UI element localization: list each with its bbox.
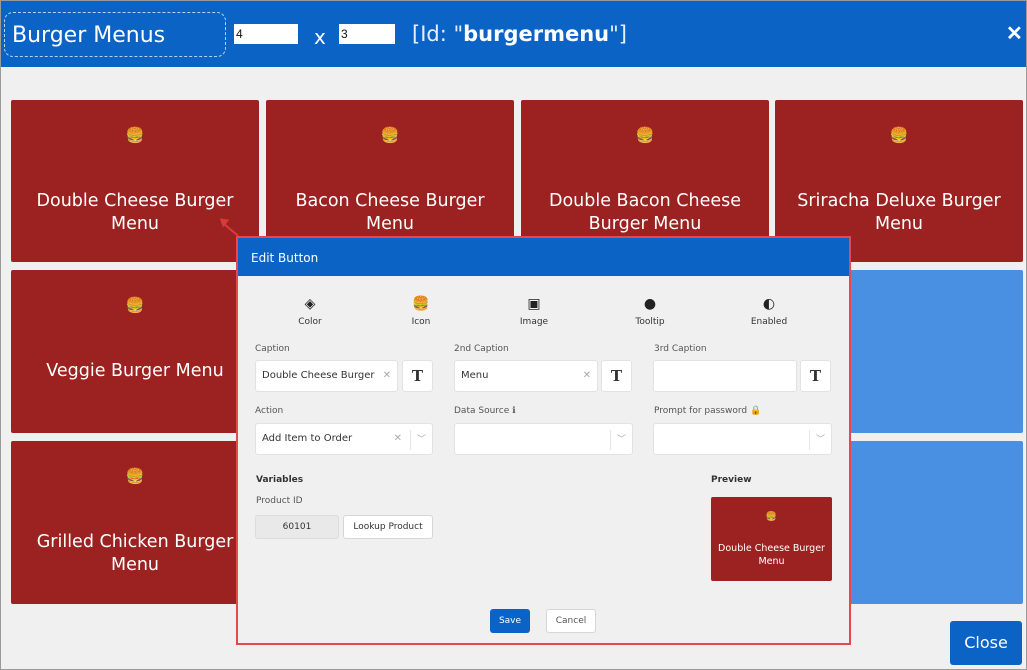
caption-format-button[interactable]: T <box>402 360 433 392</box>
image-icon: ▣ <box>527 296 541 312</box>
tool-tooltip[interactable]: ● Tooltip <box>610 294 690 327</box>
product-id-label: Product ID <box>256 496 303 506</box>
action-value: Add Item to Order <box>262 433 353 444</box>
action-label: Action <box>255 406 284 416</box>
menu-id-value: burgermenu <box>463 22 610 46</box>
caption2-value: Menu <box>461 370 489 381</box>
datasource-label-text: Data Source <box>454 406 510 416</box>
paint-bucket-icon: ◈ <box>304 296 316 312</box>
menu-tile[interactable]: 🍔 Veggie Burger Menu <box>11 270 259 433</box>
caption-label: Caption <box>255 344 290 354</box>
dialog-title: Edit Button <box>238 238 849 276</box>
edit-button-dialog: Edit Button ◈ Color 🍔 Icon ▣ Image ● Too… <box>236 236 851 645</box>
clear-icon[interactable]: ✕ <box>583 361 591 391</box>
burger-fries-icon: 🍔 <box>635 127 655 144</box>
burger-fries-icon: 🍔 <box>125 297 145 314</box>
product-id-input[interactable]: 60101 <box>255 515 339 539</box>
lock-icon: 🔒 <box>750 406 762 416</box>
menu-tile[interactable]: 🍔 Grilled Chicken Burger Menu <box>11 441 259 604</box>
preview-heading: Preview <box>711 475 752 485</box>
burger-fries-icon: 🍔 <box>889 127 909 144</box>
burger-fries-icon: 🍔 <box>765 511 778 521</box>
action-select[interactable]: Add Item to Order ✕ ﹀ <box>255 423 433 455</box>
burger-fries-icon: 🍔 <box>380 127 400 144</box>
tool-label: Enabled <box>750 317 788 327</box>
toggle-icon: ◐ <box>762 296 776 312</box>
close-icon[interactable]: ✕ <box>1006 21 1023 46</box>
chevron-down-icon[interactable]: ﹀ <box>610 430 632 450</box>
datasource-label: Data Source ℹ <box>454 406 516 416</box>
menu-id-label: [Id: "burgermenu"] <box>412 22 627 46</box>
tool-image[interactable]: ▣ Image <box>494 294 574 327</box>
burger-fries-icon: 🍔 <box>412 296 430 312</box>
tile-label: Double Bacon Cheese Burger Menu <box>548 191 741 234</box>
speech-bubble-icon: ● <box>643 296 657 312</box>
preview-tile: 🍔 Double Cheese Burger Menu <box>711 497 832 581</box>
clear-icon[interactable]: ✕ <box>383 361 391 391</box>
dimension-separator: x <box>314 25 326 49</box>
tool-label: Tooltip <box>635 317 665 327</box>
info-icon: ℹ <box>512 406 516 416</box>
columns-input[interactable]: 4 <box>234 24 298 44</box>
lookup-product-button[interactable]: Lookup Product <box>343 515 433 539</box>
tile-label: Bacon Cheese Burger Menu <box>295 191 485 234</box>
rows-input[interactable]: 3 <box>339 24 395 44</box>
password-label: Prompt for password 🔒 <box>654 406 761 416</box>
caption3-input[interactable] <box>653 360 797 392</box>
password-label-text: Prompt for password <box>654 406 748 416</box>
datasource-select[interactable]: ﹀ <box>454 423 633 455</box>
tile-label: Veggie Burger Menu <box>46 361 224 381</box>
tile-label: Double Cheese Burger Menu <box>36 191 234 234</box>
caption-value: Double Cheese Burger <box>262 370 375 381</box>
tool-color[interactable]: ◈ Color <box>270 294 350 327</box>
burger-menus-editor-window: Burger Menus 4 x 3 [Id: "burgermenu"] ✕ … <box>0 0 1027 670</box>
caption2-input[interactable]: Menu ✕ <box>454 360 598 392</box>
burger-fries-icon: 🍔 <box>125 468 145 485</box>
tile-label: Grilled Chicken Burger Menu <box>36 532 234 575</box>
menu-title-input[interactable]: Burger Menus <box>4 12 226 57</box>
id-prefix: [Id: " <box>412 22 464 46</box>
menu-tile[interactable]: 🍔 Double Cheese Burger Menu <box>11 100 259 262</box>
clear-icon[interactable]: ✕ <box>394 424 402 454</box>
caption2-format-button[interactable]: T <box>601 360 632 392</box>
caption3-format-button[interactable]: T <box>800 360 831 392</box>
caption3-label: 3rd Caption <box>654 344 707 354</box>
id-suffix: "] <box>609 22 627 46</box>
tool-label: Color <box>298 317 322 327</box>
chevron-down-icon[interactable]: ﹀ <box>809 430 831 450</box>
chevron-down-icon[interactable]: ﹀ <box>410 430 432 450</box>
tool-label: Image <box>519 317 549 327</box>
tile-label: Sriracha Deluxe Burger Menu <box>797 191 1001 234</box>
burger-fries-icon: 🍔 <box>125 127 145 144</box>
cancel-button[interactable]: Cancel <box>546 609 596 633</box>
save-button[interactable]: Save <box>490 609 530 633</box>
preview-label: Double Cheese Burger Menu <box>718 543 825 567</box>
caption-input[interactable]: Double Cheese Burger ✕ <box>255 360 398 392</box>
tool-label: Icon <box>411 317 431 327</box>
variables-heading: Variables <box>256 475 304 485</box>
close-button[interactable]: Close <box>950 621 1022 665</box>
caption2-label: 2nd Caption <box>454 344 509 354</box>
tool-icon[interactable]: 🍔 Icon <box>381 294 461 327</box>
tool-enabled[interactable]: ◐ Enabled <box>729 294 809 327</box>
password-select[interactable]: ﹀ <box>653 423 832 455</box>
editor-header: Burger Menus 4 x 3 [Id: "burgermenu"] ✕ <box>1 1 1026 67</box>
